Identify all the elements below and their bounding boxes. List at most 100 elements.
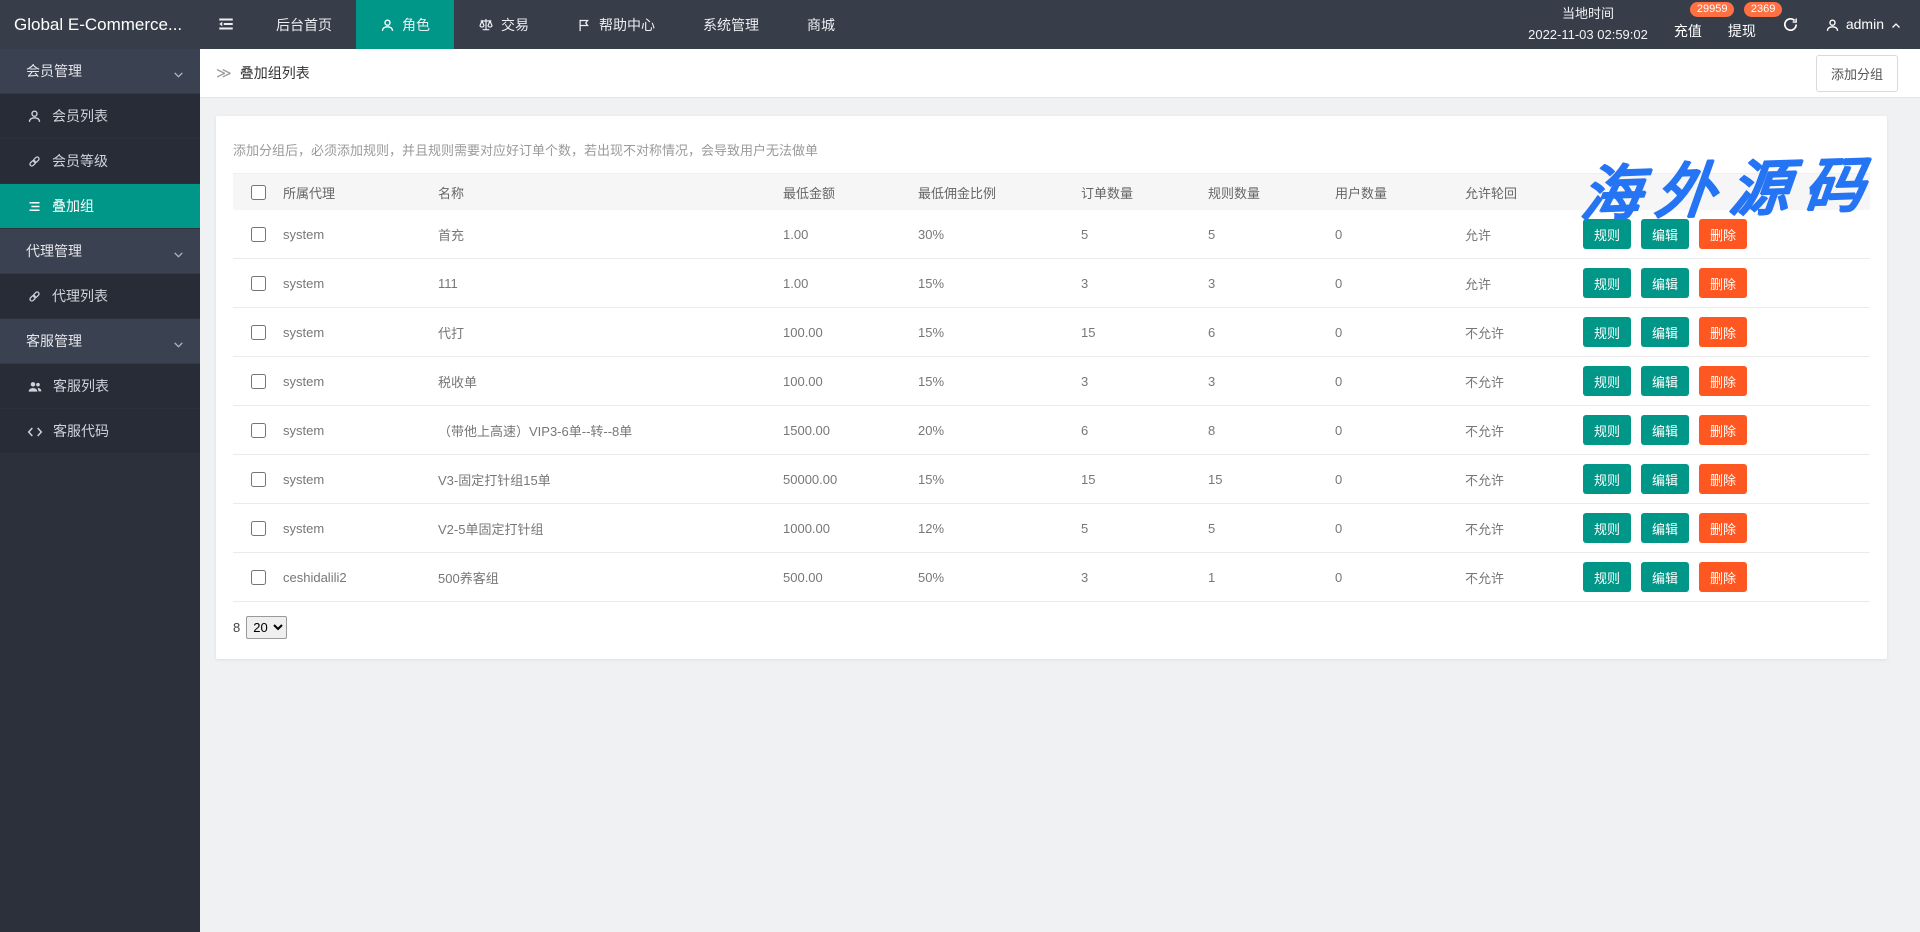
nav-label: 帮助中心 <box>599 15 655 35</box>
select-all-checkbox[interactable] <box>251 185 266 200</box>
rule-button[interactable]: 规则 <box>1583 219 1631 249</box>
rule-button[interactable]: 规则 <box>1583 366 1631 396</box>
chevron-up-icon <box>1890 16 1902 32</box>
rule-button[interactable]: 规则 <box>1583 464 1631 494</box>
nav-item-dashboard[interactable]: 后台首页 <box>252 0 356 49</box>
row-checkbox[interactable] <box>251 423 266 438</box>
row-checkbox[interactable] <box>251 472 266 487</box>
nav-item-roles[interactable]: 角色 <box>356 0 454 49</box>
cell-cycle: 不允许 <box>1465 519 1583 538</box>
delete-button[interactable]: 删除 <box>1699 464 1747 494</box>
cell-name: 首充 <box>438 225 783 244</box>
edit-button[interactable]: 编辑 <box>1641 219 1689 249</box>
sidebar-toggle-button[interactable] <box>200 0 252 49</box>
cell-users: 0 <box>1335 325 1465 340</box>
sidebar-item-label: 会员列表 <box>52 106 108 126</box>
edit-button[interactable]: 编辑 <box>1641 513 1689 543</box>
sidebar-item-member-level[interactable]: 会员等级 <box>0 139 200 184</box>
cell-users: 0 <box>1335 570 1465 585</box>
add-group-button[interactable]: 添加分组 <box>1816 55 1898 92</box>
column-header: 规则数量 <box>1208 183 1335 202</box>
cell-orders: 3 <box>1081 276 1208 291</box>
nav-item-trade[interactable]: 交易 <box>454 0 553 49</box>
nav-label: 交易 <box>501 15 529 35</box>
cell-cycle: 不允许 <box>1465 568 1583 587</box>
edit-button[interactable]: 编辑 <box>1641 268 1689 298</box>
delete-button[interactable]: 删除 <box>1699 268 1747 298</box>
cell-orders: 15 <box>1081 472 1208 487</box>
cell-agent: system <box>283 276 438 291</box>
edit-button[interactable]: 编辑 <box>1641 366 1689 396</box>
cell-commission: 15% <box>918 472 1081 487</box>
person-icon <box>27 108 42 125</box>
delete-button[interactable]: 删除 <box>1699 415 1747 445</box>
sidebar-group-label: 代理管理 <box>26 241 82 261</box>
cell-rules: 6 <box>1208 325 1335 340</box>
sidebar-group-agent[interactable]: 代理管理 <box>0 229 200 274</box>
rule-button[interactable]: 规则 <box>1583 415 1631 445</box>
delete-button[interactable]: 删除 <box>1699 366 1747 396</box>
withdraw-button[interactable]: 2369 提现 <box>1728 0 1756 49</box>
row-checkbox[interactable] <box>251 227 266 242</box>
cell-cycle: 不允许 <box>1465 470 1583 489</box>
page-title: 叠加组列表 <box>240 63 310 83</box>
sidebar-group-member[interactable]: 会员管理 <box>0 49 200 94</box>
column-header: 名称 <box>438 183 783 202</box>
nav-label: 角色 <box>402 15 430 35</box>
sidebar-group-label: 会员管理 <box>26 61 82 81</box>
cell-commission: 15% <box>918 374 1081 389</box>
edit-button[interactable]: 编辑 <box>1641 562 1689 592</box>
delete-button[interactable]: 删除 <box>1699 219 1747 249</box>
sidebar-item-agent-list[interactable]: 代理列表 <box>0 274 200 319</box>
scales-icon <box>478 16 494 33</box>
column-header: 最低佣金比例 <box>918 183 1081 202</box>
cell-commission: 12% <box>918 521 1081 536</box>
cell-name: V2-5单固定打针组 <box>438 519 783 538</box>
cell-cycle: 不允许 <box>1465 323 1583 342</box>
cell-users: 0 <box>1335 521 1465 536</box>
chevron-down-icon <box>172 335 185 351</box>
rule-button[interactable]: 规则 <box>1583 562 1631 592</box>
nav-item-mall[interactable]: 商城 <box>783 0 859 49</box>
cell-orders: 3 <box>1081 374 1208 389</box>
table-row: ceshidalili2 500养客组 500.00 50% 3 1 0 不允许… <box>233 553 1870 602</box>
table-header: 所属代理 名称 最低金额 最低佣金比例 订单数量 规则数量 用户数量 允许轮回 <box>233 173 1870 210</box>
rule-button[interactable]: 规则 <box>1583 513 1631 543</box>
row-checkbox[interactable] <box>251 325 266 340</box>
sidebar-group-service[interactable]: 客服管理 <box>0 319 200 364</box>
cell-agent: system <box>283 227 438 242</box>
edit-button[interactable]: 编辑 <box>1641 317 1689 347</box>
user-menu[interactable]: admin <box>1825 16 1902 33</box>
rule-button[interactable]: 规则 <box>1583 317 1631 347</box>
nav-item-system[interactable]: 系统管理 <box>679 0 783 49</box>
delete-button[interactable]: 删除 <box>1699 513 1747 543</box>
delete-button[interactable]: 删除 <box>1699 562 1747 592</box>
cell-min-amount: 50000.00 <box>783 472 918 487</box>
edit-button[interactable]: 编辑 <box>1641 415 1689 445</box>
row-checkbox[interactable] <box>251 521 266 536</box>
nav-item-help-center[interactable]: 帮助中心 <box>553 0 679 49</box>
cell-min-amount: 1500.00 <box>783 423 918 438</box>
cell-name: 111 <box>438 276 783 291</box>
cell-cycle: 允许 <box>1465 274 1583 293</box>
local-time-value: 2022-11-03 02:59:02 <box>1528 25 1648 45</box>
cell-users: 0 <box>1335 472 1465 487</box>
refresh-button[interactable] <box>1782 16 1799 34</box>
topbar-right: 当地时间 2022-11-03 02:59:02 29959 充值 2369 提… <box>1528 0 1920 49</box>
row-checkbox[interactable] <box>251 374 266 389</box>
hamburger-icon <box>217 15 235 33</box>
row-checkbox[interactable] <box>251 276 266 291</box>
sidebar-item-stack-group[interactable]: 叠加组 <box>0 184 200 229</box>
page-size-select[interactable]: 20 <box>246 616 287 639</box>
edit-button[interactable]: 编辑 <box>1641 464 1689 494</box>
sidebar-item-label: 会员等级 <box>52 151 108 171</box>
delete-button[interactable]: 删除 <box>1699 317 1747 347</box>
link-icon <box>27 153 42 170</box>
sidebar-item-service-list[interactable]: 客服列表 <box>0 364 200 409</box>
row-checkbox[interactable] <box>251 570 266 585</box>
cell-users: 0 <box>1335 423 1465 438</box>
sidebar-item-service-code[interactable]: 客服代码 <box>0 409 200 454</box>
rule-button[interactable]: 规则 <box>1583 268 1631 298</box>
recharge-button[interactable]: 29959 充值 <box>1674 0 1702 49</box>
sidebar-item-member-list[interactable]: 会员列表 <box>0 94 200 139</box>
